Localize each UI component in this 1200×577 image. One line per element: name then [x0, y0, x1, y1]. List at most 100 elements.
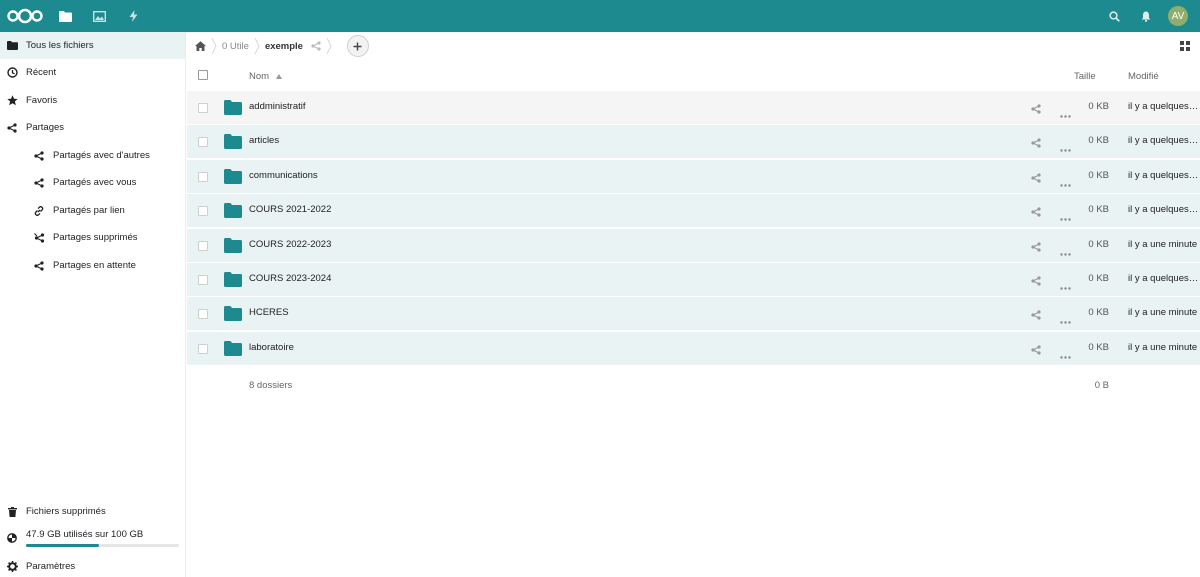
nav-settings-label: Paramètres [26, 561, 76, 572]
search-icon[interactable] [1098, 0, 1130, 32]
share-icon [28, 150, 50, 161]
share-deleted-icon [28, 232, 50, 243]
nav-deleted-shares[interactable]: Partages supprimés [28, 224, 185, 251]
folder-icon [224, 100, 242, 118]
nav-favorites[interactable]: Favoris [0, 87, 185, 114]
share-icon[interactable] [307, 41, 325, 51]
row-checkbox[interactable] [198, 206, 208, 217]
share-icon[interactable] [1031, 205, 1041, 220]
user-avatar[interactable]: AV [1168, 6, 1188, 26]
plus-icon [353, 42, 362, 50]
summary-count: 8 dossiers [249, 380, 293, 391]
table-row[interactable]: COURS 2021-2022 0 KB il y a quelques secon… [187, 194, 1200, 229]
share-icon[interactable] [1031, 136, 1041, 151]
nextcloud-logo-icon[interactable] [2, 0, 48, 32]
table-row[interactable]: HCERES 0 KB il y a une minute [187, 297, 1200, 332]
share-icon[interactable] [1031, 102, 1041, 117]
row-checkbox[interactable] [198, 137, 208, 148]
quota-label: 47.9 GB utilisés sur 100 GB [26, 529, 144, 540]
breadcrumb-item[interactable]: 0 Utile [218, 41, 253, 52]
row-checkbox[interactable] [198, 240, 208, 251]
nav-shared-by-link[interactable]: Partagés par lien [28, 197, 185, 224]
nav-settings[interactable]: Paramètres [0, 553, 185, 577]
photos-icon[interactable] [82, 0, 116, 32]
file-size: 0 KB [1088, 341, 1109, 353]
grid-view-toggle-icon[interactable] [1180, 39, 1194, 53]
table-row[interactable]: COURS 2022-2023 0 KB il y a une minute [187, 228, 1200, 263]
breadcrumb-separator [325, 36, 333, 56]
notifications-bell-icon[interactable] [1130, 0, 1162, 32]
nav-all-files-label: Tous les fichiers [26, 40, 94, 51]
nav-shared-with-you[interactable]: Partagés avec vous [28, 169, 185, 196]
file-name[interactable]: laboratoire [249, 342, 294, 353]
file-size: 0 KB [1088, 307, 1109, 319]
folder-icon [224, 134, 242, 152]
column-modified-header[interactable]: Modifié [1128, 71, 1159, 82]
summary-size: 0 B [1094, 380, 1109, 391]
activity-icon[interactable] [116, 0, 150, 32]
table-row[interactable]: communications 0 KB il y a quelques second… [187, 159, 1200, 194]
row-checkbox[interactable] [198, 309, 208, 320]
share-icon [0, 122, 24, 133]
nav-shared-with-others-label: Partagés avec d'autres [53, 150, 150, 161]
row-checkbox[interactable] [198, 103, 208, 113]
nav-deleted-files[interactable]: Fichiers supprimés [0, 498, 185, 525]
share-icon[interactable] [1031, 308, 1041, 323]
file-modified: il y a une minute [1128, 238, 1198, 250]
nav-pending-shares[interactable]: Partages en attente [28, 252, 185, 279]
breadcrumb-separator [210, 36, 218, 56]
table-row[interactable]: laboratoire 0 KB il y a une minute [187, 331, 1200, 366]
table-row[interactable]: articles 0 KB il y a quelques secondes [187, 125, 1200, 160]
files-icon[interactable] [48, 0, 82, 32]
home-icon[interactable] [187, 41, 210, 51]
file-name[interactable]: communications [249, 170, 318, 181]
nav-shared-with-you-label: Partagés avec vous [53, 177, 137, 188]
share-icon [28, 260, 50, 271]
file-name[interactable]: COURS 2022-2023 [249, 239, 331, 250]
folder-icon [224, 203, 242, 221]
row-checkbox[interactable] [198, 275, 208, 285]
row-checkbox[interactable] [198, 171, 208, 182]
share-icon[interactable] [1031, 171, 1041, 186]
file-modified: il y a quelques secondes [1128, 135, 1200, 147]
nav-shares[interactable]: Partages [0, 114, 185, 141]
nav-shared-with-others[interactable]: Partagés avec d'autres [28, 142, 185, 169]
file-size: 0 KB [1088, 101, 1109, 112]
row-checkbox[interactable] [198, 343, 208, 354]
breadcrumb-item-label: 0 Utile [222, 40, 249, 52]
folder-icon [224, 272, 242, 290]
file-size: 0 KB [1088, 273, 1109, 284]
file-name[interactable]: COURS 2023-2024 [249, 273, 331, 284]
breadcrumb-current[interactable]: exemple [261, 41, 307, 52]
table-row[interactable]: COURS 2023-2024 0 KB il y a quelques secon… [187, 263, 1200, 297]
share-icon[interactable] [1031, 240, 1041, 255]
new-file-button[interactable] [346, 35, 369, 57]
file-size: 0 KB [1088, 204, 1109, 216]
file-size: 0 KB [1088, 135, 1109, 147]
nav-all-files[interactable]: Tous les fichiers [0, 32, 185, 59]
file-name[interactable]: addministratif [249, 101, 306, 112]
nav-recent[interactable]: Récent [0, 59, 185, 86]
column-modified-label: Modifié [1128, 71, 1159, 82]
avatar-initials: AV [1171, 10, 1185, 22]
link-icon [28, 205, 50, 216]
file-name[interactable]: articles [249, 135, 279, 146]
column-name-header[interactable]: Nom [249, 71, 282, 82]
nav-recent-label: Récent [26, 67, 57, 78]
clock-icon [0, 67, 24, 78]
column-size-header[interactable]: Taille [1074, 71, 1096, 82]
share-icon[interactable] [1031, 274, 1041, 289]
share-icon[interactable] [1031, 343, 1041, 358]
file-modified: il y a quelques secondes [1128, 273, 1200, 284]
file-modified: il y a une minute [1128, 307, 1198, 319]
file-size: 0 KB [1088, 169, 1109, 181]
quota-progress-fill [26, 544, 100, 547]
file-name[interactable]: COURS 2021-2022 [249, 204, 331, 215]
select-all-checkbox[interactable] [198, 70, 208, 80]
app-navigation: Tous les fichiers Récent Favoris Partage… [0, 32, 186, 577]
breadcrumb-current-label: exemple [264, 40, 303, 52]
share-icon [28, 177, 50, 188]
table-row[interactable]: addministratif 0 KB il y a quelques second… [187, 91, 1200, 125]
file-modified: il y a une minute [1128, 341, 1198, 353]
file-name[interactable]: HCERES [249, 307, 289, 318]
